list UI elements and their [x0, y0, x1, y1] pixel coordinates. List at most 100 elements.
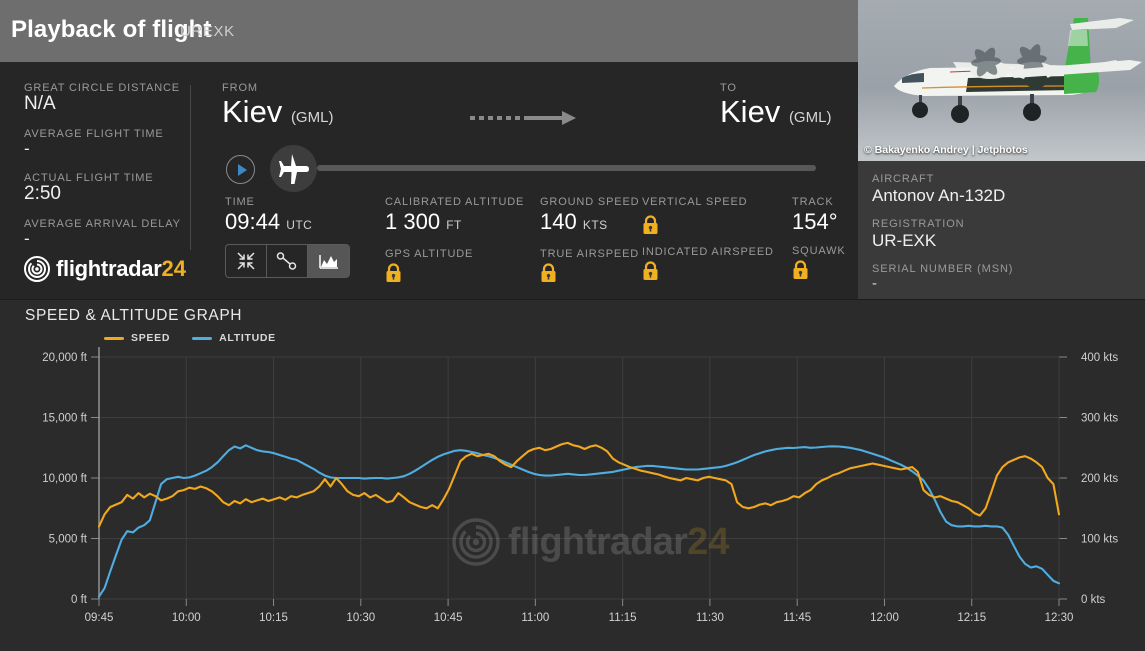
play-button[interactable] [226, 155, 255, 184]
view-button-group [225, 244, 350, 278]
x-axis-tick: 11:15 [609, 612, 637, 624]
lock-icon [540, 263, 557, 288]
x-axis-tick: 09:45 [85, 612, 114, 624]
flight-playback-window: Playback of flight UREXK © Bakayenko And… [0, 0, 1145, 651]
chart-canvas: 0 ft 0 kts 5,000 ft 100 kts 10,000 ft 200 kts… [42, 347, 1118, 624]
to-label: TO [720, 82, 737, 94]
gps-altitude-label: GPS ALTITUDE [385, 248, 474, 260]
route-origin: FROM Kiev (GML) [222, 82, 333, 136]
x-axis-tick: 12:15 [957, 612, 986, 624]
track-value: 154° [792, 209, 838, 234]
aircraft-panel: © Bakayenko Andrey | Jetphotos AIRCRAFT … [858, 0, 1145, 299]
photo-credit: © Bakayenko Andrey | Jetphotos [864, 144, 1028, 156]
origin-city-name: Kiev [222, 94, 283, 129]
destination-city-name: Kiev [720, 94, 781, 129]
time-number: 09:44 [225, 209, 281, 234]
origin-code: (GML) [290, 109, 334, 126]
lock-icon [642, 261, 659, 286]
gps-altitude-group: GPS ALTITUDE [385, 248, 524, 288]
squawk-label: SQUAWK [792, 245, 846, 257]
flightradar24-logo: flightradar 24 [24, 256, 186, 282]
y-axis-left-tick: 0 ft [71, 594, 88, 606]
altitude-number: 1 300 [385, 209, 441, 234]
destination-city: Kiev (GML) [720, 94, 831, 136]
lock-icon [642, 215, 659, 240]
airplane-icon [279, 154, 309, 184]
x-axis-tick: 11:00 [521, 612, 549, 624]
aircraft-details: AIRCRAFT Antonov An-132D REGISTRATION UR… [858, 161, 1145, 299]
flight-stats: GREAT CIRCLE DISTANCE N/A AVERAGE FLIGHT… [24, 82, 190, 262]
telemetry-vertical-speed: VERTICAL SPEED INDICATED AIRSPEED [642, 196, 774, 286]
aircraft-photo-image [858, 0, 1145, 161]
logo-number: 24 [161, 256, 186, 281]
vertical-divider [190, 85, 191, 250]
y-axis-right-tick: 300 kts [1081, 413, 1118, 425]
true-airspeed-group: TRUE AIRSPEED [540, 248, 639, 288]
ground-speed-unit: KTS [582, 218, 608, 232]
stat-label: AVERAGE ARRIVAL DELAY [24, 218, 181, 230]
from-label: FROM [222, 82, 258, 94]
registration-group: REGISTRATION UR-EXK [872, 218, 1145, 251]
y-axis-left-tick: 10,000 ft [42, 473, 88, 485]
stat-value: 2:50 [24, 183, 61, 204]
track-label: TRACK [792, 196, 834, 208]
msn-label: SERIAL NUMBER (MSN) [872, 263, 1014, 275]
stat-value: - [24, 229, 30, 248]
chart-plot-area: 0 ft 0 kts 5,000 ft 100 kts 10,000 ft 200 kts… [0, 300, 1145, 651]
fr24-radar-icon [24, 256, 50, 282]
graph-view-button[interactable] [308, 245, 349, 277]
x-axis-tick: 10:15 [259, 612, 288, 624]
aircraft-type-label: AIRCRAFT [872, 173, 935, 185]
route-view-button[interactable] [267, 245, 308, 277]
y-axis-left-tick: 20,000 ft [42, 352, 88, 364]
lock-icon [792, 260, 809, 285]
telemetry-altitude: CALIBRATED ALTITUDE 1 300 FT GPS ALTITUD… [385, 196, 524, 288]
y-axis-right-tick: 100 kts [1081, 534, 1118, 546]
y-axis-right-tick: 400 kts [1081, 352, 1118, 364]
logo-text: flightradar [56, 256, 162, 281]
msn-group: SERIAL NUMBER (MSN) - [872, 263, 1145, 292]
x-axis-tick: 10:00 [172, 612, 201, 624]
x-axis-tick: 10:30 [346, 612, 375, 624]
aircraft-type-value: Antonov An-132D [872, 186, 1006, 205]
time-label: TIME [225, 196, 255, 208]
y-axis-right-tick: 200 kts [1081, 473, 1118, 485]
registration-value: UR-EXK [872, 231, 937, 250]
telemetry-ground-speed: GROUND SPEED 140 KTS TRUE AIRSPEED [540, 196, 639, 288]
squawk-group: SQUAWK [792, 245, 846, 285]
playback-progress-track[interactable] [317, 165, 816, 171]
true-airspeed-label: TRUE AIRSPEED [540, 248, 640, 260]
x-axis-tick: 10:45 [434, 612, 463, 624]
stat-average-arrival-delay: AVERAGE ARRIVAL DELAY - [24, 218, 190, 249]
indicated-airspeed-group: INDICATED AIRSPEED [642, 246, 774, 286]
indicated-airspeed-label: INDICATED AIRSPEED [642, 246, 774, 258]
stat-average-flight-time: AVERAGE FLIGHT TIME - [24, 128, 190, 159]
y-axis-left-tick: 15,000 ft [42, 413, 88, 425]
registration-label: REGISTRATION [872, 218, 965, 230]
collapse-arrows-icon [237, 252, 255, 270]
ground-speed-value: 140 KTS [540, 209, 639, 238]
chart-series-altitude [97, 444, 1061, 598]
stat-actual-flight-time: ACTUAL FLIGHT TIME 2:50 [24, 172, 190, 205]
playback-controls [222, 145, 842, 192]
altitude-unit: FT [446, 218, 462, 232]
destination-code: (GML) [788, 109, 832, 126]
fit-to-screen-button[interactable] [226, 245, 267, 277]
playback-slider-handle[interactable] [270, 145, 317, 192]
time-value: 09:44 UTC [225, 209, 312, 238]
route-destination: TO Kiev (GML) [720, 82, 831, 136]
stat-value: - [24, 139, 30, 158]
arrow-right-icon [470, 111, 576, 125]
stat-value: N/A [24, 93, 56, 114]
ground-speed-number: 140 [540, 209, 577, 234]
vertical-speed-label: VERTICAL SPEED [642, 196, 748, 208]
x-axis-tick: 11:45 [783, 612, 811, 624]
route-path-icon [276, 252, 297, 270]
speed-altitude-graph-section: SPEED & ALTITUDE GRAPH SPEED ALTITUDE 0 … [0, 300, 1145, 651]
chart-series-speed [97, 441, 1061, 528]
telemetry-time: TIME 09:44 UTC [225, 196, 312, 238]
msn-value: - [872, 275, 877, 292]
telemetry-track: TRACK 154° SQUAWK [792, 196, 846, 285]
play-icon [238, 164, 247, 176]
y-axis-right-tick: 0 kts [1081, 594, 1106, 606]
